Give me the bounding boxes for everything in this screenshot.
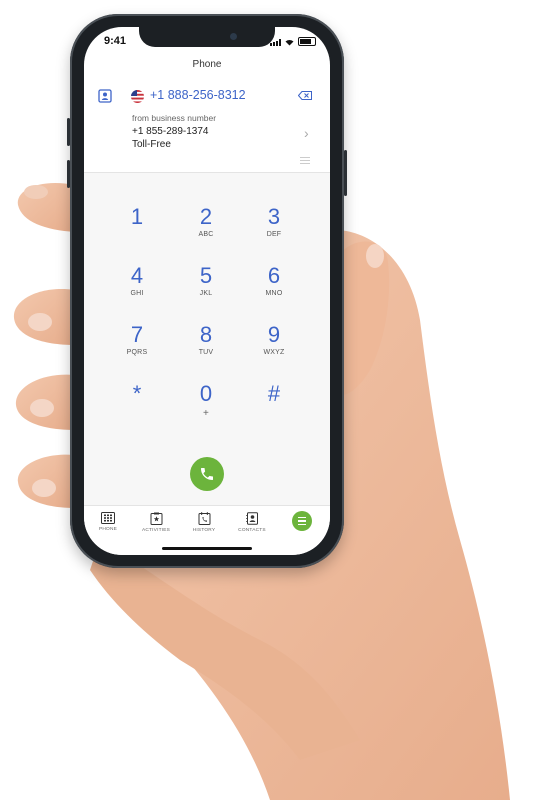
- tab-contacts[interactable]: CONTACTS: [228, 512, 276, 533]
- wifi-icon: [285, 39, 294, 46]
- phone-side-button: [67, 160, 70, 188]
- tab-history[interactable]: HISTORY: [180, 512, 228, 533]
- key-6[interactable]: 6 MNO: [244, 264, 304, 298]
- key-2[interactable]: 2 ABC: [176, 205, 236, 239]
- phone-side-button: [344, 150, 347, 196]
- keypad: 1 2 ABC 3 DEF 4 GHI 5 JKL 6 MNO 7 PQRS 8 TUV 9W…: [84, 173, 330, 505]
- drag-handle-icon[interactable]: [300, 155, 310, 166]
- camera: [230, 33, 237, 40]
- key-9[interactable]: 9 WXYZ: [244, 323, 304, 357]
- menu-button[interactable]: [292, 511, 312, 531]
- dialed-number[interactable]: +1 888-256-8312: [150, 88, 246, 102]
- call-button[interactable]: [190, 457, 224, 491]
- tab-label: PHONE: [98, 527, 118, 532]
- tab-label: ACTIVITIES: [141, 528, 171, 533]
- business-number[interactable]: +1 855-289-1374: [132, 126, 208, 137]
- battery-icon: [298, 37, 316, 46]
- keypad-icon: [101, 512, 115, 524]
- key-5[interactable]: 5 JKL: [176, 264, 236, 298]
- contacts-icon: [245, 512, 258, 525]
- page-title: Phone: [192, 59, 222, 70]
- tab-label: CONTACTS: [238, 528, 266, 533]
- notch: [139, 27, 275, 47]
- clipboard-star-icon: [150, 512, 162, 525]
- business-number-type: Toll-Free: [132, 139, 171, 150]
- key-star[interactable]: *: [107, 382, 167, 408]
- chevron-right-icon[interactable]: ›: [304, 125, 309, 141]
- key-3[interactable]: 3 DEF: [244, 205, 304, 239]
- tab-activities[interactable]: ACTIVITIES: [132, 512, 180, 533]
- key-0[interactable]: 0 +: [176, 382, 236, 420]
- phone-side-button: [67, 118, 70, 146]
- status-time: 9:41: [104, 35, 127, 47]
- signal-icon: [270, 39, 281, 46]
- key-4[interactable]: 4 GHI: [107, 264, 167, 298]
- key-8[interactable]: 8 TUV: [176, 323, 236, 357]
- us-flag-icon[interactable]: [131, 90, 144, 103]
- tab-label: HISTORY: [192, 528, 216, 533]
- tab-phone[interactable]: PHONE: [84, 512, 132, 532]
- calendar-phone-icon: [198, 512, 210, 525]
- home-indicator[interactable]: [162, 547, 252, 550]
- status-icons: [270, 37, 316, 46]
- key-1[interactable]: 1: [107, 205, 167, 231]
- contacts-book-icon[interactable]: [98, 89, 112, 103]
- phone-screen: 9:41 Phone +1 888-256-8312 from business…: [84, 27, 330, 555]
- key-hash[interactable]: #: [244, 382, 304, 408]
- key-7[interactable]: 7 PQRS: [107, 323, 167, 357]
- phone-handset-icon: [201, 468, 213, 480]
- backspace-icon[interactable]: [298, 91, 312, 100]
- from-label: from business number: [132, 113, 217, 123]
